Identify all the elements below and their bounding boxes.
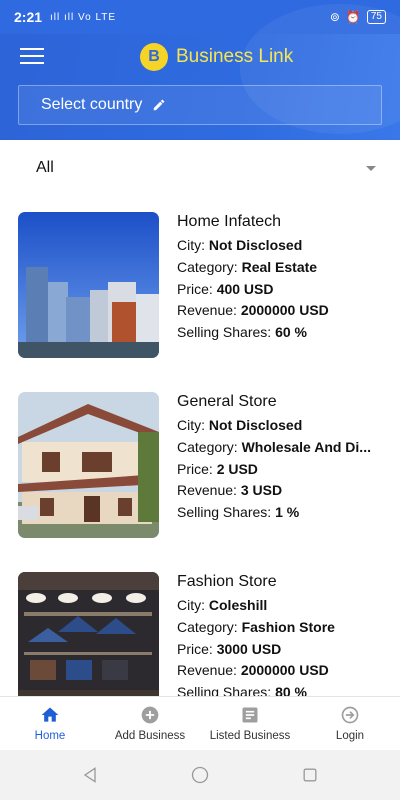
list-icon xyxy=(242,707,258,723)
nav-listed-business-label: Listed Business xyxy=(209,730,291,742)
business-info: General Store City: Not Disclosed Catego… xyxy=(177,392,387,524)
dropdown-caret-icon xyxy=(366,165,376,171)
nav-add-business[interactable]: Add Business xyxy=(100,697,200,750)
category-value: Fashion Store xyxy=(241,618,335,635)
city-row: City: Coleshill xyxy=(177,597,268,613)
revenue-row: Revenue: 3 USD xyxy=(177,482,283,499)
price-row: Price: 3000 USD xyxy=(177,640,282,657)
nav-add-business-label: Add Business xyxy=(114,730,186,742)
shares-row: Selling Shares: 1 % xyxy=(177,504,300,521)
category-row: Category: Fashion Store xyxy=(177,618,335,635)
category-row: Category: Wholesale And Di... xyxy=(177,438,371,455)
shares-value: 60 % xyxy=(275,324,307,341)
city-value: Not Disclosed xyxy=(208,417,303,433)
brand-name: Business Link xyxy=(176,46,294,67)
category-filter-dropdown[interactable]: All xyxy=(0,140,400,196)
menu-icon[interactable] xyxy=(20,48,44,66)
shares-value: 80 % xyxy=(275,684,307,696)
country-select[interactable]: Select country xyxy=(18,85,382,125)
nav-listed-business[interactable]: Listed Business xyxy=(200,697,300,750)
bottom-navigation: Home Add Business Listed Business Login xyxy=(0,696,400,750)
home-circle-icon[interactable] xyxy=(190,765,210,785)
brand-logo: B xyxy=(140,43,168,71)
revenue-value: 2000000 USD xyxy=(240,662,329,679)
business-title: General Store xyxy=(177,393,277,410)
home-icon xyxy=(41,707,59,722)
price-value: 2 USD xyxy=(216,460,258,477)
business-info: Home Infatech City: Not Disclosed Catego… xyxy=(177,212,387,344)
category-row: Category: Real Estate xyxy=(177,258,318,275)
shares-row: Selling Shares: 60 % xyxy=(177,324,307,341)
price-value: 400 USD xyxy=(216,280,274,297)
category-value: Wholesale And Di... xyxy=(241,438,371,455)
back-icon[interactable] xyxy=(80,765,100,785)
city-row: City: Not Disclosed xyxy=(177,417,303,433)
nav-login-label: Login xyxy=(335,730,365,742)
price-value: 3000 USD xyxy=(216,640,282,657)
business-card[interactable]: General Store City: Not Disclosed Catego… xyxy=(18,392,388,542)
revenue-row: Revenue: 2000000 USD xyxy=(177,302,329,319)
business-list[interactable]: Home Infatech City: Not Disclosed Catego… xyxy=(0,196,400,696)
login-icon xyxy=(341,706,359,724)
business-card[interactable]: Fashion Store City: Coleshill Category: … xyxy=(18,572,388,696)
business-image xyxy=(18,572,159,696)
signal-indicator: ıll ıll Vo LTE xyxy=(50,11,117,23)
brand: B Business Link xyxy=(140,43,293,71)
status-time: 2:21 xyxy=(14,9,43,25)
add-circle-icon xyxy=(141,706,159,724)
business-image xyxy=(18,212,159,358)
category-value: Real Estate xyxy=(241,258,318,275)
price-row: Price: 2 USD xyxy=(177,460,258,477)
country-select-label: Select country xyxy=(41,96,143,113)
filter-selected-value: All xyxy=(36,159,54,176)
business-title: Fashion Store xyxy=(177,573,277,590)
revenue-row: Revenue: 2000000 USD xyxy=(177,662,329,679)
city-value: Coleshill xyxy=(208,597,268,613)
nav-home-label: Home xyxy=(34,730,66,742)
nav-login[interactable]: Login xyxy=(300,697,400,750)
shares-row: Selling Shares: 80 % xyxy=(177,682,387,696)
nav-home[interactable]: Home xyxy=(0,697,100,750)
price-row: Price: 400 USD xyxy=(177,280,274,297)
system-navigation-bar xyxy=(0,750,400,800)
business-image xyxy=(18,392,159,538)
revenue-value: 2000000 USD xyxy=(240,302,329,319)
pencil-icon xyxy=(154,99,165,111)
city-row: City: Not Disclosed xyxy=(177,237,303,253)
city-value: Not Disclosed xyxy=(208,237,303,253)
revenue-value: 3 USD xyxy=(240,482,283,499)
app-header: B Business Link Select country xyxy=(0,4,400,140)
business-card[interactable]: Home Infatech City: Not Disclosed Catego… xyxy=(18,212,388,362)
business-info: Fashion Store City: Coleshill Category: … xyxy=(177,572,387,696)
recents-icon[interactable] xyxy=(300,765,320,785)
shares-value: 1 % xyxy=(275,504,300,521)
business-title: Home Infatech xyxy=(177,213,282,230)
